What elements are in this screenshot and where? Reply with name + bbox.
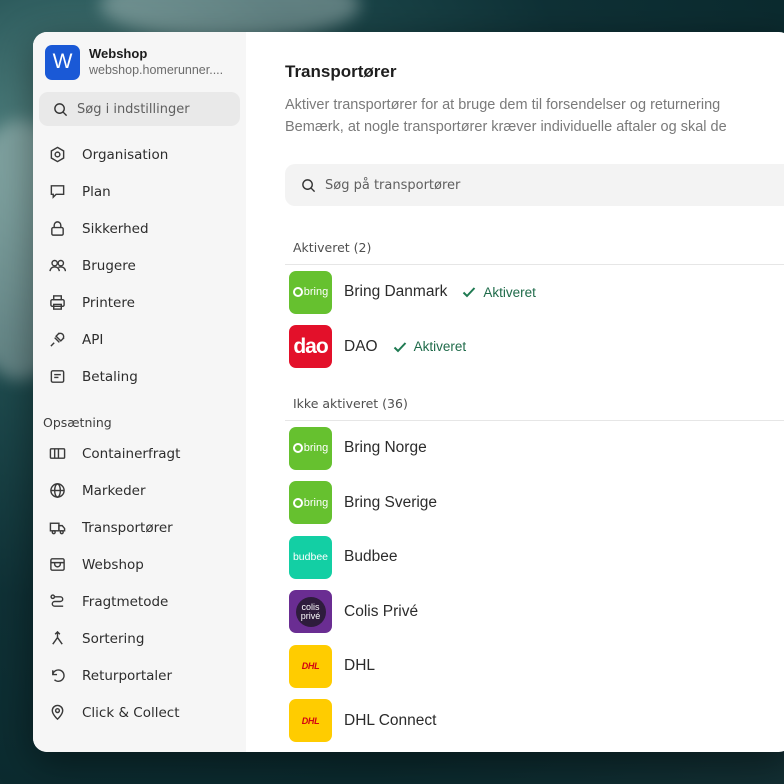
- sidebar: W Webshop webshop.homerunner.... Søg i i…: [33, 32, 246, 752]
- sidebar-item-brugere[interactable]: Brugere: [39, 247, 240, 284]
- dhl-logo: DHL: [289, 644, 332, 688]
- return-icon: [48, 667, 66, 685]
- receipt-icon: [48, 368, 66, 386]
- sidebar-item-markeder[interactable]: Markeder: [39, 472, 240, 509]
- flag-icon: [48, 183, 66, 201]
- settings-window: W Webshop webshop.homerunner.... Søg i i…: [33, 32, 784, 752]
- sidebar-item-label: Sortering: [82, 630, 145, 647]
- inactive-group-label: Ikke aktiveret (36): [293, 396, 408, 411]
- sidebar-item-label: Betaling: [82, 368, 138, 385]
- truck-icon: [48, 519, 66, 537]
- sidebar-item-label: Transportører: [82, 519, 173, 536]
- carrier-name: Budbee: [344, 548, 398, 566]
- carrier-name: Bring Danmark: [344, 283, 448, 301]
- sidebar-item-label: API: [82, 331, 104, 348]
- settings-search-input[interactable]: Søg i indstillinger: [39, 92, 240, 126]
- carrier-name: DHL Connect: [344, 711, 437, 729]
- plug-icon: [48, 331, 66, 349]
- bring-logo: bring: [289, 426, 332, 470]
- carrier-name: Bring Norge: [344, 439, 427, 457]
- globe-icon: [48, 482, 66, 500]
- sidebar-item-label: Click & Collect: [82, 704, 180, 721]
- sidebar-nav: Organisation Plan Sikkerhed Brugere Prin…: [39, 136, 240, 731]
- status-badge: Aktiveret: [461, 284, 536, 300]
- sidebar-item-plan[interactable]: Plan: [39, 173, 240, 210]
- carrier-name: Colis Privé: [344, 602, 419, 620]
- sidebar-item-sortering[interactable]: Sortering: [39, 620, 240, 657]
- carrier-row-bring-danmark[interactable]: bring Bring Danmark Aktiveret: [285, 265, 784, 320]
- workspace-info: Webshop webshop.homerunner....: [89, 46, 223, 78]
- sidebar-item-label: Fragtmetode: [82, 593, 169, 610]
- search-icon: [54, 102, 68, 116]
- carrier-row-budbee[interactable]: budbee Budbee: [285, 530, 784, 585]
- sidebar-item-label: Printere: [82, 294, 135, 311]
- container-icon: [48, 445, 66, 463]
- carrier-row-bring-norge[interactable]: bring Bring Norge: [285, 421, 784, 476]
- lock-icon: [48, 220, 66, 238]
- bring-logo: bring: [289, 481, 332, 525]
- carrier-row-colis-prive[interactable]: colis privé Colis Privé: [285, 585, 784, 640]
- sidebar-item-label: Brugere: [82, 257, 136, 274]
- sidebar-item-click-collect[interactable]: Click & Collect: [39, 694, 240, 731]
- carrier-row-dhl-connect[interactable]: DHL DHL Connect: [285, 694, 784, 749]
- check-icon: [463, 287, 476, 298]
- workspace-switcher[interactable]: W Webshop webshop.homerunner....: [39, 44, 240, 80]
- sidebar-item-label: Organisation: [82, 146, 169, 163]
- search-icon: [302, 178, 316, 192]
- sidebar-item-label: Webshop: [82, 556, 144, 573]
- sidebar-item-label: Markeder: [82, 482, 146, 499]
- sidebar-item-sikkerhed[interactable]: Sikkerhed: [39, 210, 240, 247]
- sidebar-section-title: Opsætning: [43, 414, 112, 430]
- dao-logo: dao: [289, 325, 332, 369]
- carrier-row-dao[interactable]: dao DAO Aktiveret: [285, 320, 784, 375]
- description-line: Aktiver transportører for at bruge dem t…: [285, 97, 721, 113]
- bring-logo: bring: [289, 270, 332, 314]
- sidebar-item-label: Plan: [82, 183, 111, 200]
- carrier-search-placeholder: Søg på transportører: [325, 177, 461, 193]
- hexagon-icon: [48, 146, 66, 164]
- workspace-avatar: W: [45, 44, 80, 80]
- page-title: Transportører: [285, 62, 397, 81]
- sidebar-item-organisation[interactable]: Organisation: [39, 136, 240, 173]
- carrier-name: Bring Sverige: [344, 493, 438, 511]
- sidebar-item-returportaler[interactable]: Returportaler: [39, 657, 240, 694]
- carrier-row-dhl[interactable]: DHL DHL: [285, 639, 784, 694]
- users-icon: [48, 257, 66, 275]
- printer-icon: [48, 294, 66, 312]
- budbee-logo: budbee: [289, 535, 332, 579]
- sidebar-item-label: Containerfragt: [82, 445, 181, 462]
- carrier-name: DAO: [344, 337, 378, 355]
- sidebar-item-printere[interactable]: Printere: [39, 284, 240, 321]
- sidebar-item-label: Sikkerhed: [82, 220, 149, 237]
- sidebar-item-label: Returportaler: [82, 667, 173, 684]
- sidebar-item-fragtmetode[interactable]: Fragtmetode: [39, 583, 240, 620]
- colis-prive-logo: colis privé: [289, 590, 332, 634]
- split-icon: [48, 630, 66, 648]
- sidebar-item-webshop[interactable]: Webshop: [39, 546, 240, 583]
- active-group-label: Aktiveret (2): [293, 240, 372, 255]
- page-description: Aktiver transportører for at bruge dem t…: [285, 94, 784, 138]
- carrier-row-bring-sverige[interactable]: bring Bring Sverige: [285, 476, 784, 531]
- workspace-name: Webshop: [89, 46, 148, 61]
- location-pin-icon: [48, 704, 66, 722]
- workspace-url: webshop.homerunner....: [89, 63, 224, 77]
- carrier-search-input[interactable]: Søg på transportører: [285, 164, 784, 206]
- check-icon: [393, 342, 406, 353]
- sidebar-item-betaling[interactable]: Betaling: [39, 358, 240, 395]
- main-content: Transportører Aktiver transportører for …: [246, 32, 784, 752]
- route-icon: [48, 593, 66, 611]
- store-icon: [48, 556, 66, 574]
- settings-search-placeholder: Søg i indstillinger: [77, 101, 190, 117]
- status-badge: Aktiveret: [392, 339, 466, 355]
- dhl-logo: DHL: [289, 699, 332, 743]
- sidebar-item-api[interactable]: API: [39, 321, 240, 358]
- carrier-name: DHL: [344, 657, 376, 675]
- description-line: Bemærk, at nogle transportører kræver in…: [285, 119, 727, 135]
- sidebar-item-containerfragt[interactable]: Containerfragt: [39, 435, 240, 472]
- sidebar-item-transportorer[interactable]: Transportører: [39, 509, 240, 546]
